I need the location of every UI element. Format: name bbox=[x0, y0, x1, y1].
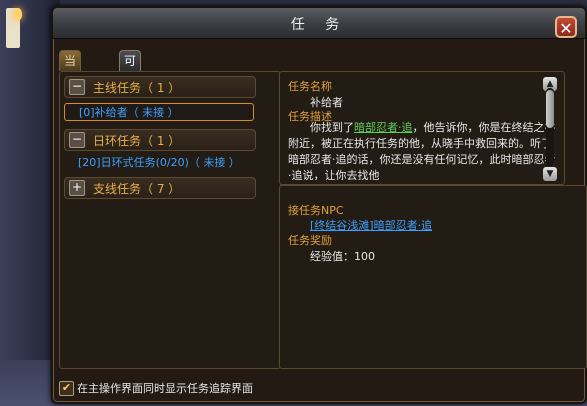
scroll-down-icon[interactable]: ▼ bbox=[543, 167, 557, 181]
quest-item-daily-0[interactable]: [20]日环式任务(0/20)（ 未接 ） bbox=[64, 154, 254, 172]
tracking-checkbox-label[interactable]: 在主操作界面同时显示任务追踪界面 bbox=[77, 380, 253, 396]
quest-name-label: 任务名称 bbox=[288, 80, 332, 93]
npc-label: 接任务NPC bbox=[288, 204, 344, 217]
quest-detail-panel: 任务名称 补给者 任务描述 你找到了暗部忍者·追，他告诉你，你是在终结之谷附近，… bbox=[279, 71, 565, 185]
collapse-icon[interactable]: − bbox=[69, 132, 85, 148]
window-title: 任 务 bbox=[290, 17, 348, 33]
group-daily-label: 日环任务（ 1 ） bbox=[93, 134, 181, 148]
desc-prefix: 你找到了 bbox=[310, 121, 354, 134]
scroll-track[interactable] bbox=[546, 88, 554, 166]
quest-description: 你找到了暗部忍者·追，他告诉你，你是在终结之谷附近，被正在执行任务的他，从晓手中… bbox=[288, 120, 556, 180]
expand-icon[interactable]: + bbox=[69, 180, 85, 196]
detail-scrollbar[interactable]: ▲ ▼ bbox=[541, 71, 559, 183]
reward-label: 任务奖励 bbox=[288, 234, 332, 247]
reward-value: 经验值：100 bbox=[310, 250, 375, 263]
npc-location-link[interactable]: [终结谷浅滩]暗部忍者·追 bbox=[310, 217, 432, 233]
group-daily-quests[interactable]: − 日环任务（ 1 ） bbox=[64, 129, 256, 151]
candle-flame bbox=[14, 8, 22, 20]
quest-info-panel: 接任务NPC [终结谷浅滩]暗部忍者·追 任务奖励 经验值：100 bbox=[279, 185, 587, 369]
scroll-thumb[interactable] bbox=[546, 90, 554, 128]
group-side-quests[interactable]: + 支线任务（ 7 ） bbox=[64, 177, 256, 199]
group-main-label: 主线任务（ 1 ） bbox=[93, 81, 181, 95]
candle-decoration bbox=[6, 8, 22, 48]
tab-available-quests[interactable]: 可接任务 bbox=[119, 50, 142, 128]
close-icon: ✕ bbox=[559, 19, 573, 38]
collapse-icon[interactable]: − bbox=[69, 79, 85, 95]
tracking-checkbox[interactable]: ✔ bbox=[59, 381, 74, 396]
npc-link[interactable]: 暗部忍者·追 bbox=[354, 121, 413, 134]
tab-current-quests[interactable]: 当前任务 bbox=[59, 50, 82, 128]
close-button[interactable]: ✕ bbox=[555, 16, 577, 38]
group-main-quests[interactable]: − 主线任务（ 1 ） bbox=[64, 76, 256, 98]
quest-item-main-0[interactable]: [0]补给者（ 未接 ） bbox=[64, 103, 254, 121]
group-side-label: 支线任务（ 7 ） bbox=[93, 182, 181, 196]
title-bar[interactable]: 任 务 ✕ bbox=[53, 8, 585, 39]
quest-window: 任 务 ✕ 当前任务 可接任务 − 主线任务（ 1 ） [0]补给者（ 未接 ）… bbox=[51, 6, 587, 404]
quest-list-panel: − 主线任务（ 1 ） [0]补给者（ 未接 ） − 日环任务（ 1 ） [20… bbox=[59, 71, 281, 369]
